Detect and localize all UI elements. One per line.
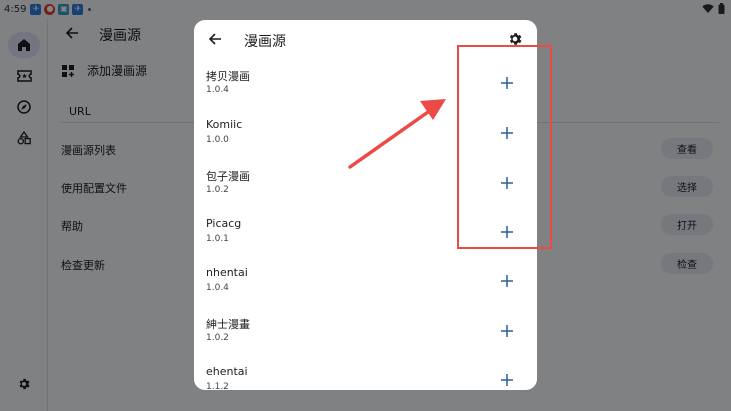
annotation-highlight-box — [457, 45, 552, 249]
source-item: nhentai 1.0.4 — [194, 266, 537, 314]
source-name: Picacg — [206, 217, 242, 230]
plus-icon[interactable] — [500, 373, 514, 387]
plus-icon[interactable] — [500, 324, 514, 338]
source-name: ehentai — [206, 365, 248, 378]
source-version: 1.1.2 — [206, 382, 229, 390]
source-name: nhentai — [206, 266, 248, 279]
dialog-title: 漫画源 — [244, 34, 286, 50]
source-item: 紳士漫畫 1.0.2 — [194, 316, 537, 364]
source-version: 1.0.0 — [206, 135, 229, 145]
source-version: 1.0.1 — [206, 234, 229, 244]
source-name: 拷贝漫画 — [206, 70, 250, 83]
source-name: 紳士漫畫 — [206, 318, 250, 331]
source-name: Komiic — [206, 118, 243, 131]
source-name: 包子漫画 — [206, 170, 250, 183]
plus-icon[interactable] — [500, 274, 514, 288]
source-version: 1.0.4 — [206, 85, 229, 95]
source-version: 1.0.2 — [206, 333, 229, 343]
source-version: 1.0.2 — [206, 185, 229, 195]
source-version: 1.0.4 — [206, 283, 229, 293]
back-arrow-icon[interactable] — [208, 32, 222, 46]
source-item: ehentai 1.1.2 — [194, 365, 537, 390]
